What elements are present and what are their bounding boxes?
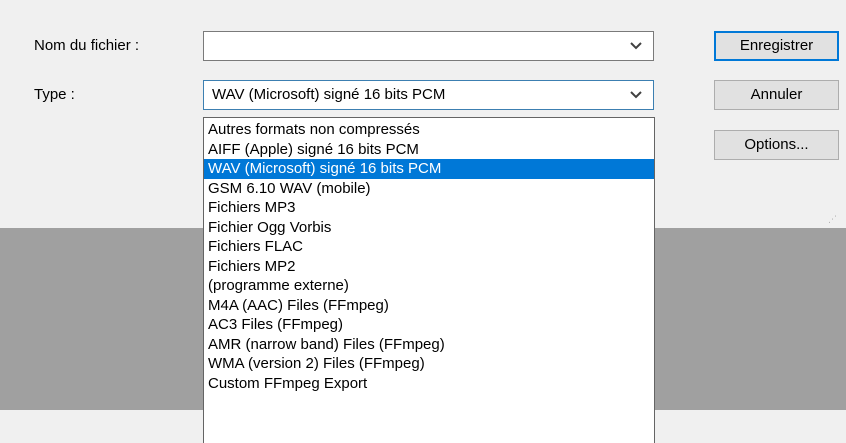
dropdown-option-selected[interactable]: WAV (Microsoft) signé 16 bits PCM xyxy=(204,159,654,179)
dropdown-option[interactable]: AMR (narrow band) Files (FFmpeg) xyxy=(204,335,654,355)
dropdown-option[interactable]: Autres formats non compressés xyxy=(204,120,654,140)
dropdown-option[interactable]: WMA (version 2) Files (FFmpeg) xyxy=(204,354,654,374)
dropdown-option[interactable]: M4A (AAC) Files (FFmpeg) xyxy=(204,296,654,316)
type-dropdown-list[interactable]: Autres formats non compressés AIFF (Appl… xyxy=(203,117,655,443)
dropdown-option[interactable]: Fichiers MP2 xyxy=(204,257,654,277)
filename-label: Nom du fichier : xyxy=(34,37,140,54)
cancel-button[interactable]: Annuler xyxy=(714,80,839,110)
chevron-down-icon[interactable] xyxy=(629,41,643,51)
dropdown-option[interactable]: Fichiers MP3 xyxy=(204,198,654,218)
filename-combobox[interactable] xyxy=(203,31,654,61)
type-combobox[interactable]: WAV (Microsoft) signé 16 bits PCM xyxy=(203,80,654,110)
chevron-down-icon[interactable] xyxy=(629,90,643,100)
dropdown-option[interactable]: (programme externe) xyxy=(204,276,654,296)
dropdown-option[interactable]: AC3 Files (FFmpeg) xyxy=(204,315,654,335)
dropdown-option[interactable]: Fichier Ogg Vorbis xyxy=(204,218,654,238)
type-value[interactable]: WAV (Microsoft) signé 16 bits PCM xyxy=(212,86,445,104)
dropdown-option[interactable]: AIFF (Apple) signé 16 bits PCM xyxy=(204,140,654,160)
type-label: Type : xyxy=(34,86,75,103)
save-dialog: ⋰ Nom du fichier : Type : WAV (Microsoft… xyxy=(0,0,846,443)
options-button[interactable]: Options... xyxy=(714,130,839,160)
dropdown-option[interactable]: Fichiers FLAC xyxy=(204,237,654,257)
resize-grip-icon[interactable]: ⋰ xyxy=(828,214,838,224)
save-button[interactable]: Enregistrer xyxy=(714,31,839,61)
dropdown-option[interactable]: GSM 6.10 WAV (mobile) xyxy=(204,179,654,199)
dropdown-option[interactable]: Custom FFmpeg Export xyxy=(204,374,654,394)
